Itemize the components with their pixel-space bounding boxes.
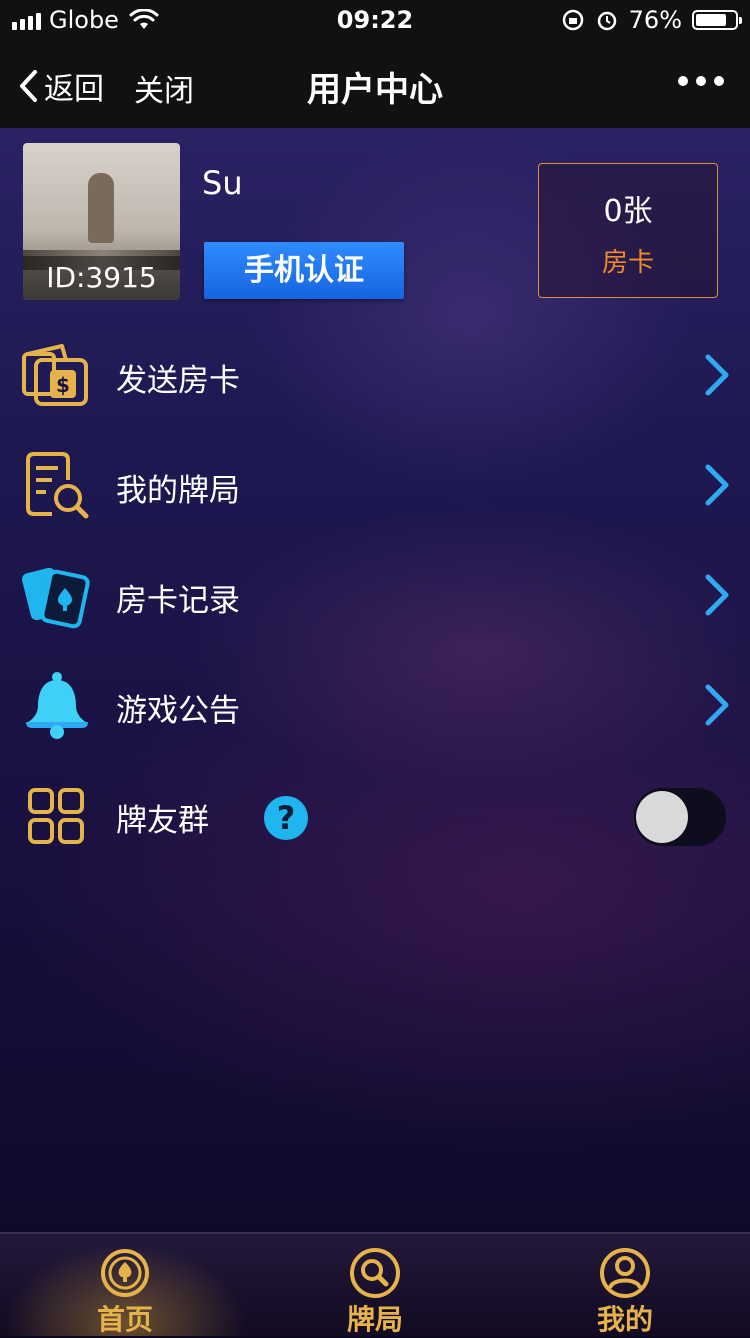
bell-icon <box>26 672 88 739</box>
tab-games[interactable]: 牌局 <box>250 1234 500 1336</box>
grid-icon <box>28 788 84 844</box>
toggle-knob <box>636 791 688 843</box>
alarm-icon <box>597 11 616 31</box>
tab-label: 首页 <box>96 1303 153 1336</box>
menu-item-label: 我的牌局 <box>116 473 240 509</box>
menu-item-announcements[interactable]: 游戏公告 <box>0 655 750 755</box>
help-icon[interactable]: ? <box>264 796 308 840</box>
room-card-count: 0张 <box>603 194 653 229</box>
chevron-right-icon <box>705 684 729 726</box>
status-right: 76% <box>561 6 742 34</box>
svg-text:$: $ <box>56 373 70 397</box>
friend-group-toggle[interactable] <box>634 788 726 846</box>
send-card-icon: $ <box>22 344 88 406</box>
chevron-right-icon <box>705 574 729 616</box>
avatar[interactable]: ID:3915 <box>23 143 180 300</box>
nav-bar: 返回 关闭 用户中心 <box>0 40 750 128</box>
menu-item-label: 房卡记录 <box>116 583 240 619</box>
user-id-label: ID:3915 <box>23 256 180 300</box>
tab-bar: 首页 牌局 我的 <box>0 1232 750 1336</box>
friend-group-label: 牌友群 <box>116 803 209 839</box>
tab-me[interactable]: 我的 <box>500 1234 750 1336</box>
more-options-button[interactable] <box>678 76 724 86</box>
menu-item-send-card[interactable]: $ 发送房卡 <box>0 325 750 425</box>
menu-item-my-games[interactable]: 我的牌局 <box>0 435 750 535</box>
chevron-left-icon <box>20 70 37 102</box>
chevron-right-icon <box>705 354 729 396</box>
magnifier-icon <box>350 1248 400 1298</box>
phone-verify-button[interactable]: 手机认证 <box>204 242 404 299</box>
menu-item-card-records[interactable]: 房卡记录 <box>0 545 750 645</box>
room-card-label: 房卡 <box>601 248 654 278</box>
room-card-balance[interactable]: 0张 房卡 <box>538 163 718 298</box>
battery-percent: 76% <box>628 6 682 34</box>
game-record-icon <box>26 452 89 519</box>
tab-home[interactable]: 首页 <box>0 1234 250 1336</box>
page-title: 用户中心 <box>307 70 443 110</box>
tab-label: 牌局 <box>346 1303 403 1336</box>
menu-item-label: 发送房卡 <box>116 363 240 399</box>
user-icon <box>600 1248 650 1298</box>
tab-label: 我的 <box>596 1303 653 1336</box>
username: Su <box>202 164 243 202</box>
status-bar: Globe 09:22 76% <box>0 0 750 40</box>
back-label: 返回 <box>44 72 104 107</box>
chevron-right-icon <box>705 464 729 506</box>
rotation-lock-icon <box>562 9 583 31</box>
menu-item-label: 游戏公告 <box>116 693 240 729</box>
user-center-content: ID:3915 Su 手机认证 0张 房卡 $ 发送房卡 我的牌局 房卡记录 游… <box>0 128 750 1232</box>
cards-icon <box>22 567 90 629</box>
spade-coin-icon <box>101 1249 149 1297</box>
battery-icon <box>692 10 742 30</box>
close-button[interactable]: 关闭 <box>134 66 194 110</box>
back-button[interactable]: 返回 <box>18 64 104 108</box>
